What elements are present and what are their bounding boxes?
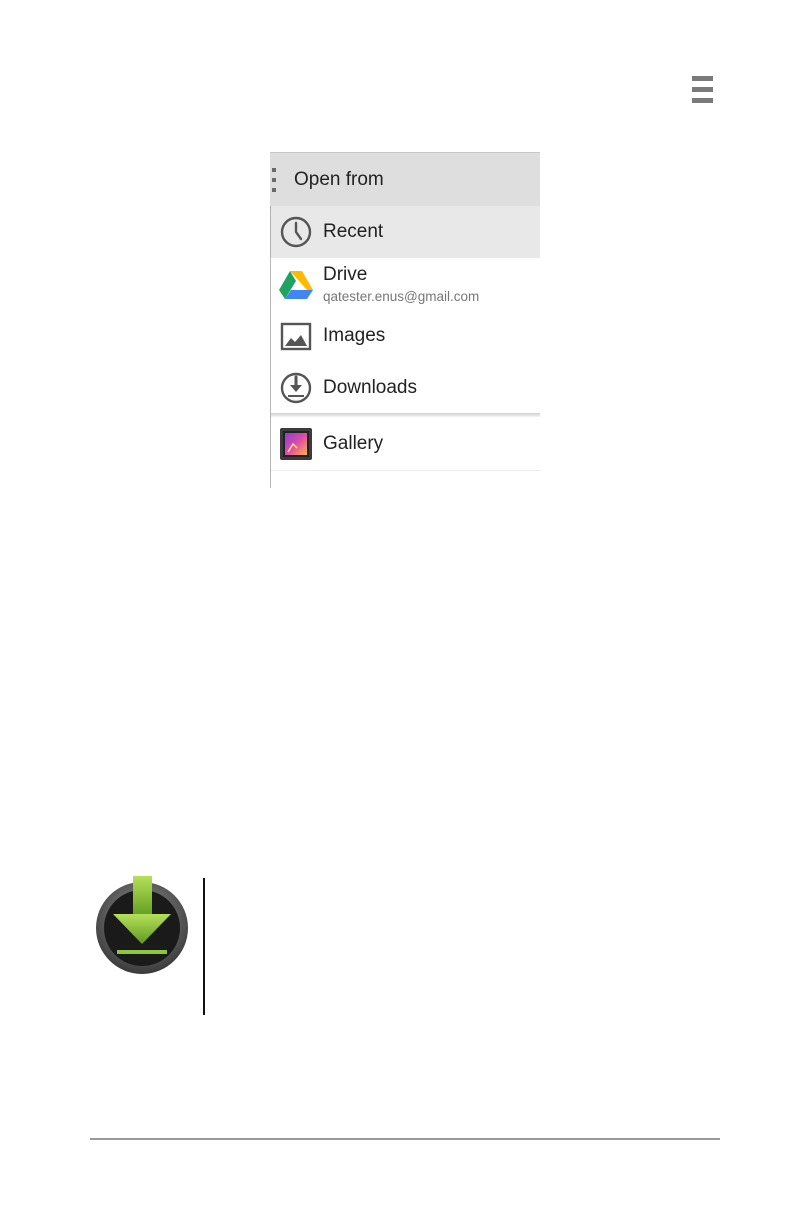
callout-divider: [203, 878, 205, 1015]
open-from-dialog: Open from Recent Drive qatester.enus@gma…: [270, 152, 540, 488]
dialog-title: Open from: [294, 169, 384, 190]
overflow-menu-icon[interactable]: [272, 168, 276, 192]
clock-icon: [280, 216, 312, 248]
image-icon: [280, 322, 312, 351]
list-item-label: Drive: [323, 264, 368, 285]
list-item-downloads[interactable]: Downloads: [271, 362, 540, 414]
list-item-label: Images: [323, 325, 386, 346]
list-item-gallery[interactable]: Gallery: [271, 418, 540, 471]
list-item-recent[interactable]: Recent: [271, 206, 540, 259]
download-app-icon: [96, 876, 188, 974]
menu-icon: [692, 76, 713, 104]
download-circle-icon: [280, 372, 312, 404]
gallery-app-icon: [280, 428, 312, 460]
footer-rule: [90, 1138, 720, 1140]
list-item-label: Downloads: [323, 377, 417, 398]
list-item-drive[interactable]: Drive qatester.enus@gmail.com: [271, 258, 540, 311]
dialog-header: Open from: [270, 152, 540, 206]
list-item-label: Recent: [323, 221, 384, 242]
list-item-images[interactable]: Images: [271, 310, 540, 363]
account-email: qatester.enus@gmail.com: [323, 289, 480, 304]
list-item-label: Gallery: [323, 433, 384, 454]
section-divider: [271, 413, 540, 417]
google-drive-icon: [279, 271, 313, 299]
